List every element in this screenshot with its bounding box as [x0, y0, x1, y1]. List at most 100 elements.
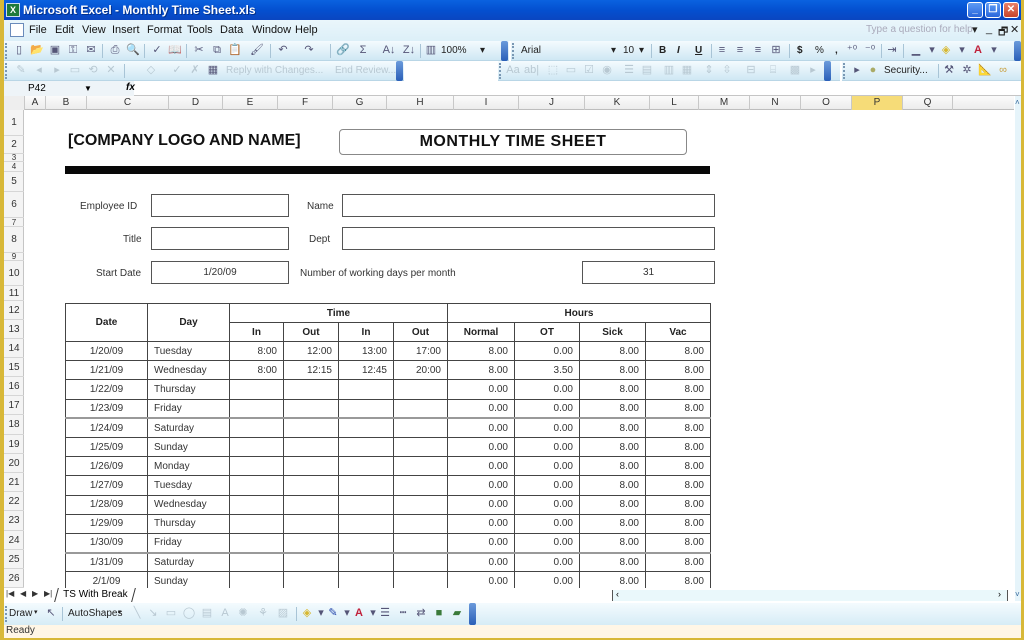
cell-in1[interactable] — [229, 552, 284, 573]
insert-function-icon[interactable]: fx — [126, 82, 135, 93]
formula-input[interactable] — [144, 82, 1014, 95]
fill-color-dropdown-icon[interactable]: ▾ — [955, 44, 969, 57]
toolbar-options-button[interactable] — [1014, 41, 1021, 61]
underline-button[interactable]: U — [695, 45, 702, 56]
edit-code-icon[interactable]: ⌸ — [766, 64, 780, 77]
cell-sick[interactable]: 8.00 — [579, 379, 646, 400]
cell-sick[interactable]: 8.00 — [579, 494, 646, 515]
cell-day[interactable]: Friday — [147, 398, 230, 420]
menu-data[interactable]: Data — [220, 24, 243, 36]
font-color-dropdown-icon[interactable]: ▾ — [987, 44, 1001, 57]
column-header-f[interactable]: F — [278, 96, 333, 110]
line-style-icon[interactable]: ☰ — [378, 607, 392, 620]
comma-button[interactable]: , — [835, 45, 838, 56]
row-header-26[interactable]: 26 — [4, 569, 24, 589]
cell-ot[interactable]: 0.00 — [514, 417, 580, 438]
cell-vac[interactable]: 8.00 — [645, 494, 711, 515]
list-box-icon[interactable]: ☰ — [622, 64, 636, 77]
cell-day[interactable]: Sunday — [147, 571, 230, 588]
column-header-k[interactable]: K — [585, 96, 650, 110]
cell-in1[interactable] — [229, 571, 284, 588]
cell-in2[interactable] — [338, 532, 394, 554]
cell-in2[interactable]: 13:00 — [338, 340, 394, 362]
font-color-icon[interactable]: A — [971, 44, 985, 57]
arrow-style-icon[interactable]: ⇄ — [414, 607, 428, 620]
select-all-button[interactable] — [4, 96, 25, 110]
cell-date[interactable]: 1/20/09 — [65, 340, 148, 362]
row-header-2[interactable]: 2 — [4, 136, 24, 154]
cell-in1[interactable] — [229, 513, 284, 534]
cell-in2[interactable] — [338, 513, 394, 534]
name-box-dropdown-icon[interactable]: ▼ — [84, 81, 92, 96]
help-question-input[interactable]: Type a question for help — [866, 24, 973, 35]
cell-in2[interactable] — [338, 475, 394, 496]
cell-date[interactable]: 1/24/09 — [65, 417, 148, 438]
row-header-24[interactable]: 24 — [4, 531, 24, 550]
cell-out2[interactable] — [393, 494, 448, 515]
cell-vac[interactable]: 8.00 — [645, 552, 711, 573]
autoshapes-menu-button[interactable]: AutoShapes — [68, 608, 123, 619]
percent-button[interactable]: % — [815, 45, 824, 56]
cell-date[interactable]: 1/21/09 — [65, 360, 148, 381]
cell-out1[interactable]: 12:00 — [283, 340, 339, 362]
cell-out1[interactable] — [283, 475, 339, 496]
checkbox-icon[interactable]: ☑ — [582, 64, 596, 77]
row-header-4[interactable]: 4 — [4, 162, 24, 172]
cell-ot[interactable]: 0.00 — [514, 552, 580, 573]
cell-in1[interactable] — [229, 456, 284, 477]
zoom-dropdown-icon[interactable]: ▾ — [480, 45, 485, 56]
cell-date[interactable]: 1/25/09 — [65, 436, 148, 458]
dash-style-icon[interactable]: ┅ — [396, 607, 410, 620]
cell-date[interactable]: 1/30/09 — [65, 532, 148, 554]
accept-change-icon[interactable]: ✓ — [170, 64, 184, 77]
security-button[interactable]: Security... — [884, 65, 928, 76]
cell-day[interactable]: Tuesday — [147, 475, 230, 496]
align-center-icon[interactable]: ≡ — [733, 44, 747, 57]
cell-normal[interactable]: 0.00 — [447, 398, 515, 420]
cell-in1[interactable] — [229, 475, 284, 496]
prev-sheet-icon[interactable]: ◀ — [20, 589, 26, 598]
button-icon[interactable]: ▭ — [564, 64, 578, 77]
print-icon[interactable]: ⎙ — [108, 44, 122, 57]
cell-out2[interactable]: 20:00 — [393, 360, 448, 381]
column-header-q[interactable]: Q — [903, 96, 953, 110]
row-header-1[interactable]: 1 — [4, 110, 24, 136]
cell-out2[interactable] — [393, 552, 448, 573]
cell-sick[interactable]: 8.00 — [579, 398, 646, 420]
row-header-19[interactable]: 19 — [4, 435, 24, 454]
cell-date[interactable]: 1/26/09 — [65, 456, 148, 477]
cell-date[interactable]: 1/22/09 — [65, 379, 148, 400]
column-header-e[interactable]: E — [223, 96, 278, 110]
next-comment-icon[interactable]: ▸ — [50, 64, 64, 77]
row-header-8[interactable]: 8 — [4, 227, 24, 253]
toolbar-options-button[interactable] — [396, 61, 403, 81]
cell-vac[interactable]: 8.00 — [645, 571, 711, 588]
horizontal-scrollbar[interactable]: ‹ › — [612, 589, 1008, 601]
cell-in1[interactable]: 8:00 — [229, 340, 284, 362]
cell-out2[interactable]: 17:00 — [393, 340, 448, 362]
cell-ot[interactable]: 0.00 — [514, 475, 580, 496]
select-objects-icon[interactable]: ↖ — [44, 607, 58, 620]
cell-day[interactable]: Tuesday — [147, 340, 230, 362]
cell-sick[interactable]: 8.00 — [579, 436, 646, 458]
menu-edit[interactable]: Edit — [55, 24, 74, 36]
cell-out2[interactable] — [393, 436, 448, 458]
cell-vac[interactable]: 8.00 — [645, 340, 711, 362]
row-header-7[interactable]: 7 — [4, 218, 24, 227]
cell-ot[interactable]: 0.00 — [514, 340, 580, 362]
cell-normal[interactable]: 0.00 — [447, 475, 515, 496]
autoshapes-dropdown-icon[interactable]: ▾ — [118, 608, 122, 616]
row-header-17[interactable]: 17 — [4, 396, 24, 416]
name-field[interactable] — [342, 194, 715, 217]
column-header-i[interactable]: I — [454, 96, 519, 110]
cell-day[interactable]: Saturday — [147, 552, 230, 573]
cell-normal[interactable]: 0.00 — [447, 571, 515, 588]
cell-out1[interactable] — [283, 379, 339, 400]
column-header-h[interactable]: H — [387, 96, 454, 110]
cell-in1[interactable] — [229, 417, 284, 438]
menu-format[interactable]: Format — [147, 24, 182, 36]
record-macro-icon[interactable]: ● — [866, 64, 880, 77]
cell-ot[interactable]: 0.00 — [514, 571, 580, 588]
row-header-20[interactable]: 20 — [4, 454, 24, 473]
cell-day[interactable]: Thursday — [147, 379, 230, 400]
